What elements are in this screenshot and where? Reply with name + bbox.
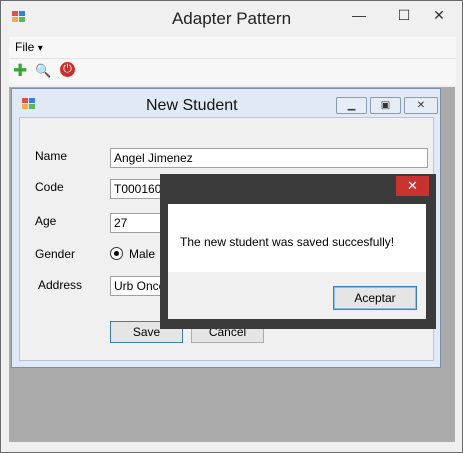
close-button[interactable]: ✕ [425,5,453,25]
message-close-button[interactable]: ✕ [396,176,429,196]
gender-label: Gender [35,247,76,261]
menu-bar: File ▾ [9,37,456,59]
add-icon[interactable]: ✚ [13,61,27,81]
name-label: Name [35,149,68,163]
child-title-bar[interactable]: New Student ▁ ▣ ✕ [12,89,440,117]
minimize-button[interactable]: — [345,5,373,25]
menu-file[interactable]: File ▾ [15,40,43,54]
main-title-bar[interactable]: Adapter Pattern — ☐ ✕ [1,1,462,35]
power-icon[interactable]: ⏻ [60,62,75,77]
code-label: Code [35,180,64,194]
child-minimize-button[interactable]: ▁ [336,97,367,114]
maximize-button[interactable]: ☐ [390,5,418,25]
gender-male-label: Male [129,247,156,261]
search-icon[interactable]: 🔍 [35,63,51,79]
message-content-area: The new student was saved succesfully! [168,204,426,272]
child-window-title: New Student [146,97,238,114]
address-label: Address [38,278,83,292]
child-app-icon [22,98,36,110]
child-maximize-button[interactable]: ▣ [370,97,401,114]
message-text: The new student was saved succesfully! [180,235,395,249]
radio-button-icon [110,247,123,260]
ok-button[interactable]: Aceptar [333,286,417,310]
name-field[interactable]: Angel Jimenez [110,148,428,168]
chevron-down-icon: ▾ [37,43,43,54]
toolbar: ✚ 🔍 ⏻ [9,59,456,85]
child-close-button[interactable]: ✕ [404,97,438,114]
menu-file-label: File [15,40,35,54]
age-label: Age [35,214,57,228]
